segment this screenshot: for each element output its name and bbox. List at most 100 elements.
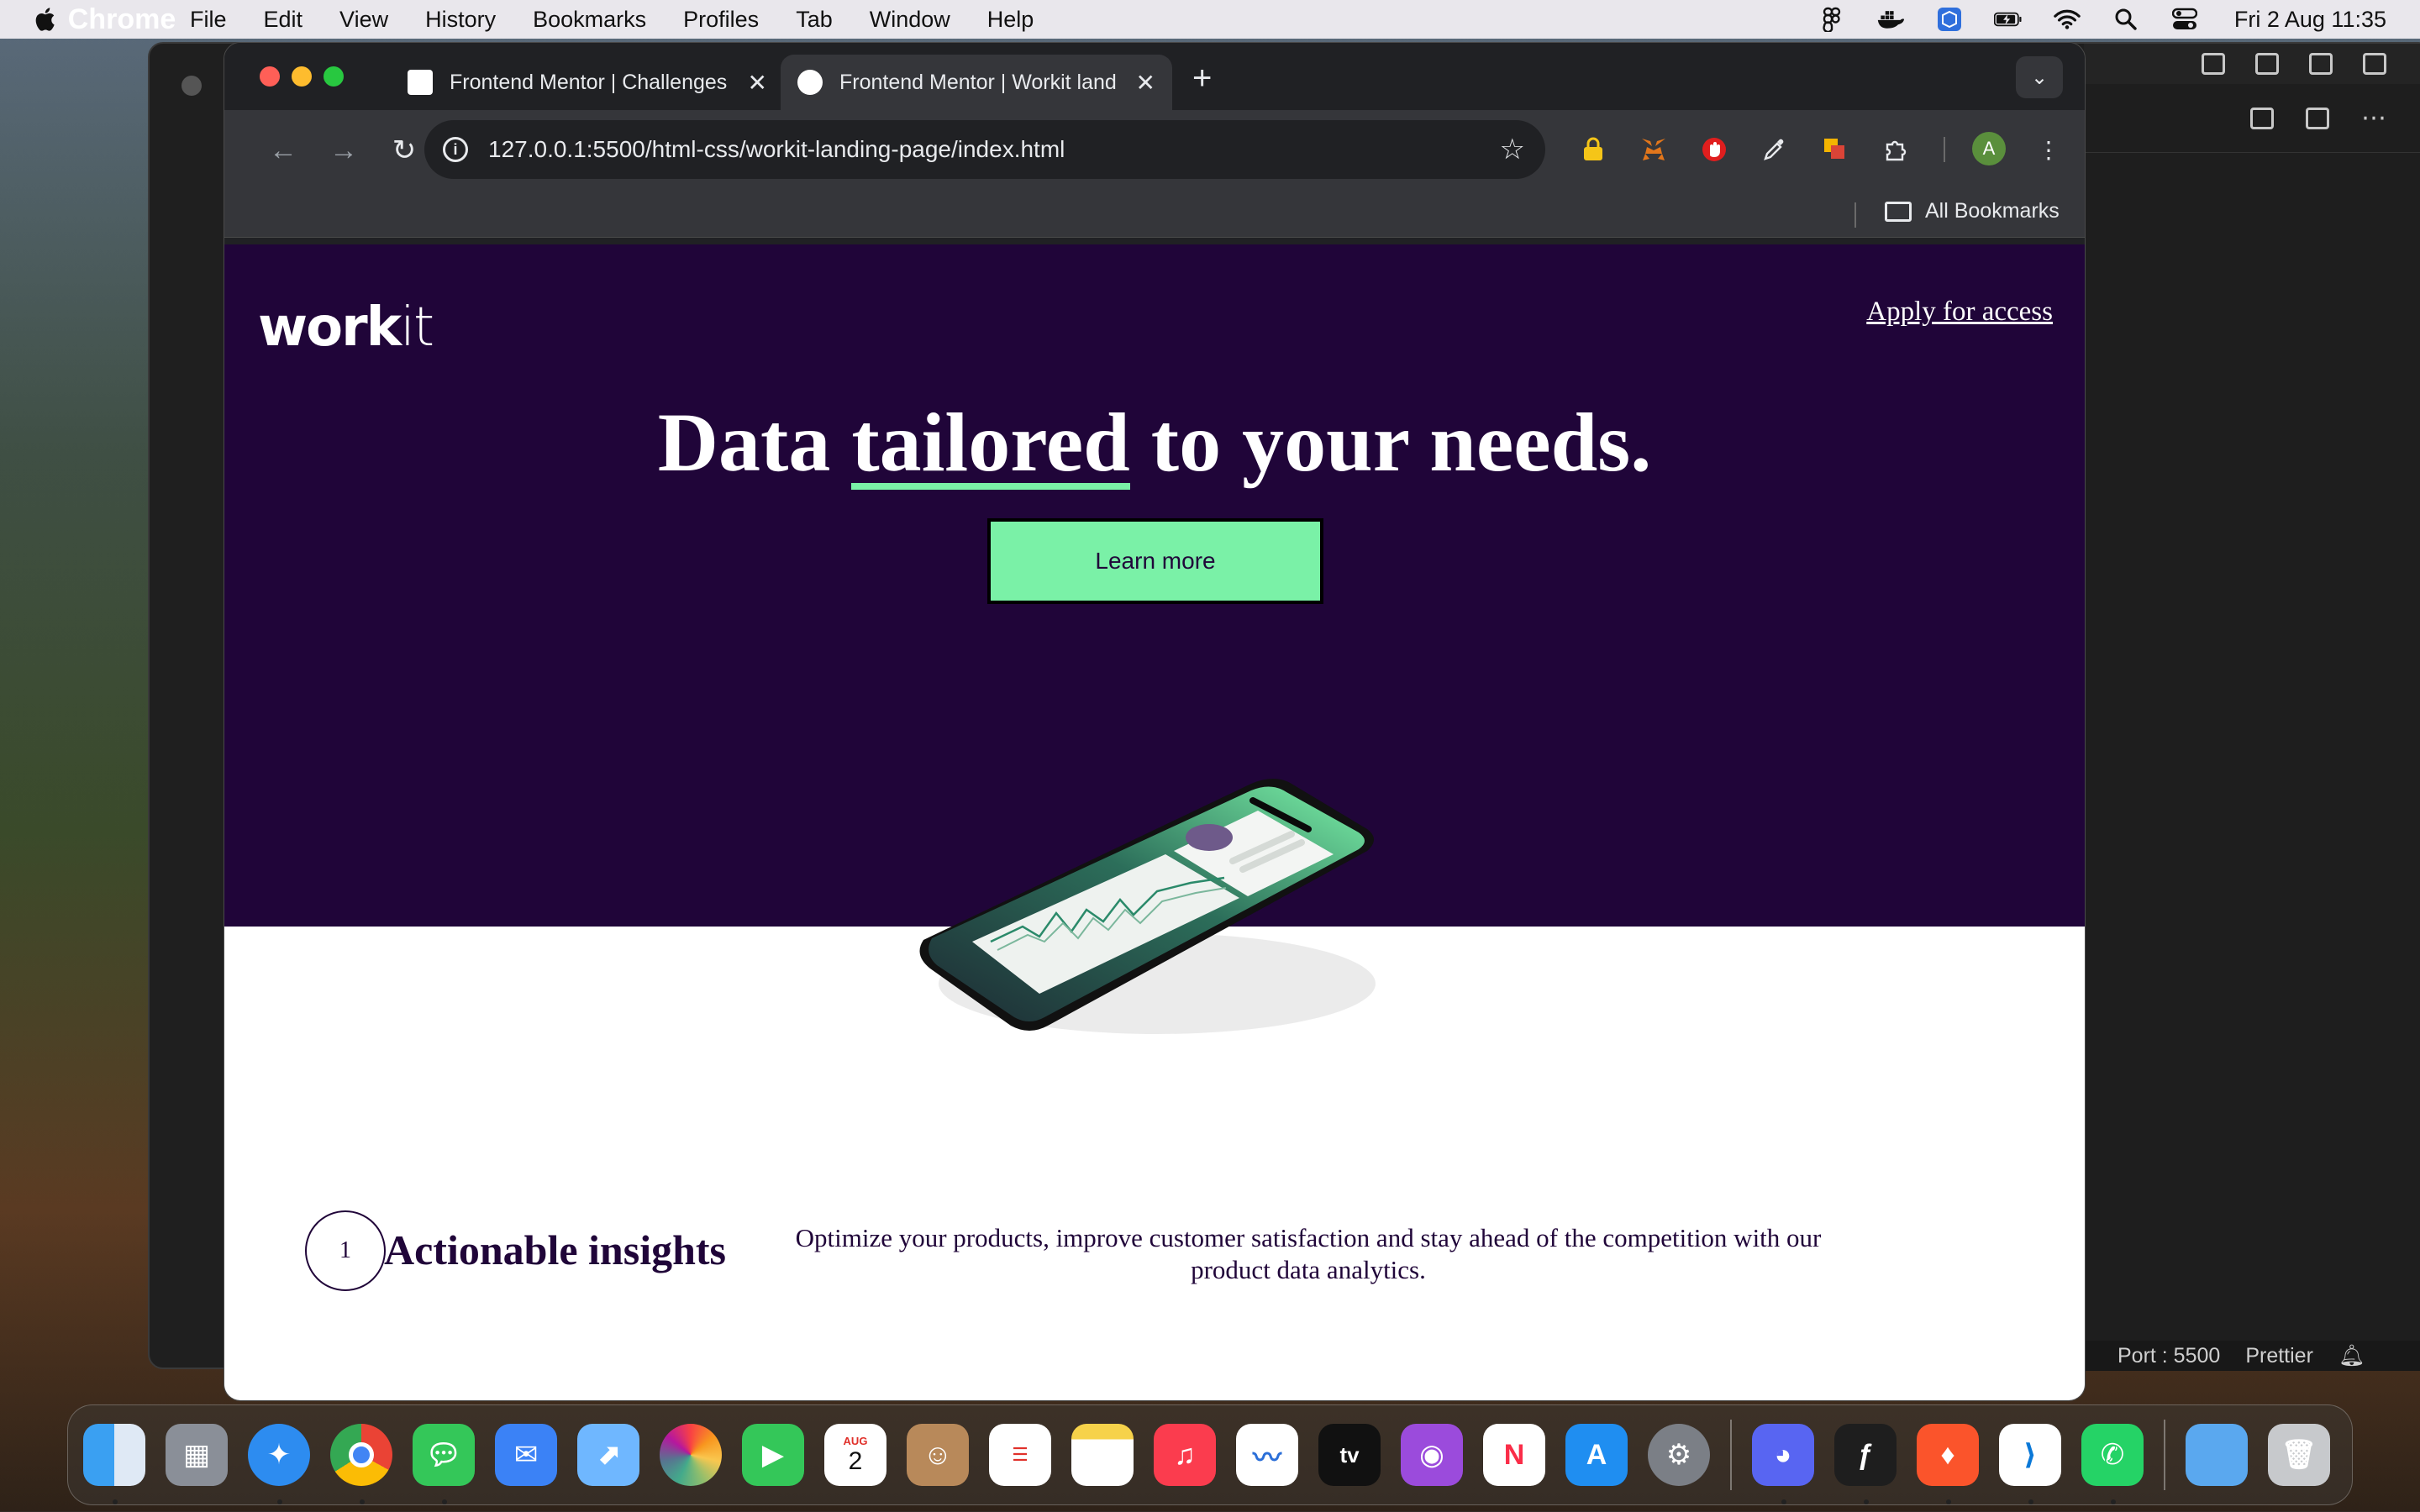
address-bar[interactable]: i 127.0.0.1:5500/html-css/workit-landing…: [424, 120, 1545, 179]
toggle-primary-sidebar-icon[interactable]: [2202, 53, 2225, 75]
menu-bar: Chrome File Edit View History Bookmarks …: [0, 0, 2420, 39]
virtualbox-icon[interactable]: [1935, 7, 1964, 32]
notes-icon[interactable]: [1071, 1424, 1134, 1486]
menu-profiles[interactable]: Profiles: [683, 7, 759, 33]
safari-icon[interactable]: ✦: [248, 1424, 310, 1504]
menu-clock[interactable]: Fri 2 Aug 11:35: [2234, 7, 2386, 33]
wifi-icon[interactable]: [2053, 7, 2081, 32]
tab-frontend-mentor-challenges[interactable]: Frontend Mentor | Challenges ✕: [391, 55, 784, 110]
tab-workit-landing[interactable]: Frontend Mentor | Workit land ✕: [781, 55, 1172, 110]
background-window-close-dot: [182, 76, 202, 96]
more-actions-icon[interactable]: ⋯: [2361, 103, 2386, 133]
window-close-button[interactable]: [260, 66, 280, 87]
chrome-icon[interactable]: [330, 1424, 392, 1504]
notifications-bell-icon[interactable]: 🔔︎: [2338, 1344, 2365, 1368]
app-store-icon[interactable]: A: [1565, 1424, 1628, 1486]
vscode-editor-actions: ⋯: [2084, 84, 2420, 153]
toggle-panel-icon[interactable]: [2255, 53, 2279, 75]
figma-icon[interactable]: ƒ: [1834, 1424, 1897, 1504]
trash-icon[interactable]: 🗑︎: [2268, 1424, 2330, 1486]
tab-search-chevron-icon[interactable]: ⌄: [2016, 56, 2063, 98]
menu-status-area: Fri 2 Aug 11:35: [1818, 0, 2386, 39]
feature-title: Actionable insights: [384, 1226, 727, 1273]
calendar-icon[interactable]: AUG 2: [824, 1424, 886, 1486]
vscode-window: ⋯ Port : 5500 Prettier 🔔︎: [2084, 44, 2420, 1371]
learn-more-button[interactable]: Learn more: [987, 518, 1323, 604]
ublock-icon[interactable]: [1698, 134, 1730, 165]
docker-icon[interactable]: [1876, 7, 1905, 32]
photos-icon[interactable]: [660, 1424, 722, 1486]
eyedropper-icon[interactable]: [1759, 134, 1791, 165]
toggle-secondary-sidebar-icon[interactable]: [2309, 53, 2333, 75]
tab-close-icon[interactable]: ✕: [1136, 69, 1155, 97]
vscode-icon[interactable]: ⟩: [1999, 1424, 2061, 1504]
running-indicator: [2111, 1499, 2116, 1504]
reload-icon[interactable]: ↻: [384, 130, 424, 171]
address-url[interactable]: 127.0.0.1:5500/html-css/workit-landing-p…: [488, 136, 1500, 163]
music-icon[interactable]: ♫: [1154, 1424, 1216, 1486]
running-indicator: [1864, 1499, 1869, 1504]
system-settings-icon[interactable]: ⚙: [1648, 1424, 1710, 1486]
back-arrow-icon[interactable]: ←: [263, 130, 303, 171]
battery-charging-icon[interactable]: [1993, 7, 2023, 32]
facetime-icon[interactable]: ▶: [742, 1424, 804, 1486]
maps-icon[interactable]: ⬈: [577, 1424, 639, 1486]
apple-menu-icon[interactable]: [32, 5, 60, 34]
customize-layout-icon[interactable]: [2363, 53, 2386, 75]
contacts-icon[interactable]: ☺: [907, 1424, 969, 1486]
launchpad-icon[interactable]: ▦: [166, 1424, 228, 1486]
running-indicator: [2028, 1499, 2033, 1504]
figma-icon[interactable]: [1818, 7, 1846, 32]
menu-view[interactable]: View: [339, 7, 388, 33]
dock-separator: [1730, 1420, 1732, 1490]
finder-icon[interactable]: [83, 1424, 145, 1504]
reminders-icon[interactable]: ☰: [989, 1424, 1051, 1486]
lock-icon[interactable]: [1577, 134, 1609, 165]
window-zoom-button[interactable]: [324, 66, 344, 87]
feature-description: Optimize your products, improve customer…: [795, 1223, 1822, 1284]
apply-for-access-link[interactable]: Apply for access: [1866, 297, 2053, 328]
frontend-mentor-favicon-icon: [797, 70, 823, 95]
freeform-icon[interactable]: 〰: [1236, 1424, 1298, 1486]
whatsapp-icon[interactable]: ✆: [2081, 1424, 2144, 1504]
menu-edit[interactable]: Edit: [264, 7, 303, 33]
site-info-icon[interactable]: i: [443, 137, 468, 162]
phone-mockup-image: [913, 774, 1384, 1051]
brave-icon[interactable]: ♦: [1917, 1424, 1979, 1504]
split-editor-icon[interactable]: [2306, 107, 2329, 129]
running-indicator: [360, 1499, 365, 1504]
downloads-folder-icon[interactable]: [2186, 1424, 2248, 1486]
bookmark-star-icon[interactable]: ☆: [1500, 133, 1525, 166]
all-bookmarks-button[interactable]: All Bookmarks: [1885, 199, 2060, 223]
menu-tab[interactable]: Tab: [796, 7, 833, 33]
menu-bookmarks[interactable]: Bookmarks: [533, 7, 646, 33]
apple-tv-icon[interactable]: tv: [1318, 1424, 1381, 1486]
control-center-icon[interactable]: [2170, 7, 2199, 32]
prettier-status[interactable]: Prettier: [2245, 1344, 2313, 1368]
colorzilla-icon[interactable]: [1819, 134, 1851, 165]
menu-help[interactable]: Help: [987, 7, 1034, 33]
profile-avatar[interactable]: A: [1972, 132, 2006, 165]
forward-arrow-icon[interactable]: →: [324, 130, 364, 171]
workit-logo[interactable]: workit: [258, 297, 434, 359]
window-minimize-button[interactable]: [292, 66, 312, 87]
chrome-menu-icon[interactable]: ⋮: [2033, 134, 2065, 165]
spotlight-search-icon[interactable]: [2112, 7, 2140, 32]
news-icon[interactable]: N: [1483, 1424, 1545, 1486]
menu-app-name[interactable]: Chrome: [68, 0, 176, 50]
menu-file[interactable]: File: [190, 7, 227, 33]
discord-icon[interactable]: ◕: [1752, 1424, 1814, 1504]
open-changes-icon[interactable]: [2250, 107, 2274, 129]
mail-icon[interactable]: ✉: [495, 1424, 557, 1486]
metamask-icon[interactable]: [1638, 134, 1670, 165]
feature-number-badge: 1: [305, 1210, 386, 1291]
messages-icon[interactable]: 💬︎: [413, 1424, 475, 1504]
podcasts-icon[interactable]: ◉: [1401, 1424, 1463, 1486]
menu-window[interactable]: Window: [870, 7, 950, 33]
tab-close-icon[interactable]: ✕: [748, 69, 767, 97]
new-tab-plus-icon[interactable]: +: [1192, 60, 1212, 97]
puzzle-icon[interactable]: [1880, 134, 1912, 165]
live-server-port[interactable]: Port : 5500: [2118, 1344, 2220, 1368]
vscode-status-bar: Port : 5500 Prettier 🔔︎: [2084, 1341, 2420, 1371]
menu-history[interactable]: History: [425, 7, 496, 33]
